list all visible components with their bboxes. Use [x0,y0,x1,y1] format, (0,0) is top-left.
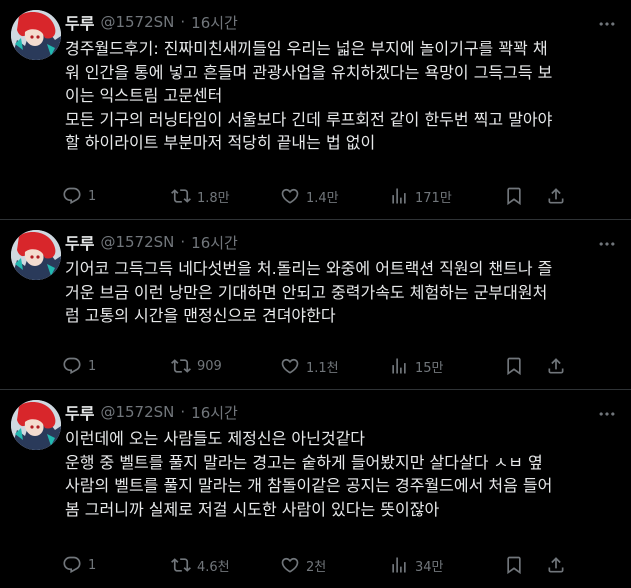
bookmark-icon [504,356,524,376]
retweet-button[interactable]: 1.8만 [171,186,280,206]
timestamp[interactable]: 16시간 [191,12,238,33]
bookmark-button[interactable] [504,186,524,206]
views-button[interactable]: 171만 [389,186,498,206]
separator-dot: · [180,13,186,31]
share-icon [546,186,566,206]
retweet-count: 1.8만 [197,190,230,206]
retweet-button[interactable]: 909 [171,356,280,376]
action-bar: 1 4.6천 2천 34만 [62,553,617,577]
retweet-count: 909 [197,358,222,374]
handle[interactable]: @1572SN [100,13,174,31]
views-button[interactable]: 15만 [389,356,498,376]
views-icon [389,555,409,575]
view-count: 34만 [415,559,444,575]
view-count: 15만 [415,360,444,376]
tweet[interactable]: 두루 @1572SN · 16시간 이런데에 오는 사람들도 제정신은 아닌것같… [0,390,631,588]
display-name[interactable]: 두루 [65,10,94,34]
reply-icon [62,356,82,376]
handle[interactable]: @1572SN [100,233,174,251]
bookmark-icon [504,186,524,206]
tweet-header: 두루 @1572SN · 16시간 [65,401,238,423]
reply-icon [62,186,82,206]
separator-dot: · [180,233,186,251]
heart-icon [280,555,300,575]
display-name[interactable]: 두루 [65,230,94,254]
views-icon [389,356,409,376]
bookmark-button[interactable] [504,356,524,376]
tweet-feed: 두루 @1572SN · 16시간 경주월드후기: 진짜미친새끼들임 우리는 넓… [0,0,631,588]
like-count: 2천 [306,559,327,575]
reply-count: 1 [88,358,97,374]
timestamp[interactable]: 16시간 [191,232,238,253]
tweet-header: 두루 @1572SN · 16시간 [65,11,238,33]
reply-icon [62,555,82,575]
views-button[interactable]: 34만 [389,555,498,575]
timestamp[interactable]: 16시간 [191,402,238,423]
avatar[interactable] [11,230,61,280]
view-count: 171만 [415,190,452,206]
like-button[interactable]: 1.4만 [280,186,389,206]
views-icon [389,186,409,206]
tweet[interactable]: 두루 @1572SN · 16시간 기어코 그득그득 네다섯번을 처.돌리는 와… [0,220,631,390]
tweet[interactable]: 두루 @1572SN · 16시간 경주월드후기: 진짜미친새끼들임 우리는 넓… [0,0,631,220]
avatar[interactable] [11,10,61,60]
retweet-count: 4.6천 [197,559,230,575]
more-icon[interactable] [595,232,619,256]
handle[interactable]: @1572SN [100,403,174,421]
like-count: 1.1천 [306,360,339,376]
action-bar: 1 1.8만 1.4만 171만 [62,184,617,208]
more-icon[interactable] [595,12,619,36]
avatar[interactable] [11,400,61,450]
heart-icon [280,356,300,376]
separator-dot: · [180,403,186,421]
share-icon [546,555,566,575]
share-button[interactable] [546,186,566,206]
tweet-header: 두루 @1572SN · 16시간 [65,231,238,253]
retweet-icon [171,555,191,575]
tweet-text: 기어코 그득그득 네다섯번을 처.돌리는 와중에 어트랙션 직원의 챈트나 즐 … [65,259,553,325]
like-button[interactable]: 2천 [280,555,389,575]
tweet-text: 이런데에 오는 사람들도 제정신은 아닌것같다 운행 중 벨트를 풀지 말라는 … [65,429,553,519]
more-icon[interactable] [595,402,619,426]
reply-count: 1 [88,557,97,573]
share-icon [546,356,566,376]
like-button[interactable]: 1.1천 [280,356,389,376]
share-button[interactable] [546,555,566,575]
tweet-text: 경주월드후기: 진짜미친새끼들임 우리는 넓은 부지에 놀이기구를 꽉꽉 채 워… [65,39,553,152]
retweet-icon [171,356,191,376]
reply-button[interactable]: 1 [62,356,171,376]
retweet-button[interactable]: 4.6천 [171,555,280,575]
reply-count: 1 [88,188,97,204]
bookmark-icon [504,555,524,575]
action-bar: 1 909 1.1천 15만 [62,354,617,378]
share-button[interactable] [546,356,566,376]
like-count: 1.4만 [306,190,339,206]
reply-button[interactable]: 1 [62,555,171,575]
retweet-icon [171,186,191,206]
bookmark-button[interactable] [504,555,524,575]
heart-icon [280,186,300,206]
display-name[interactable]: 두루 [65,400,94,424]
reply-button[interactable]: 1 [62,186,171,206]
